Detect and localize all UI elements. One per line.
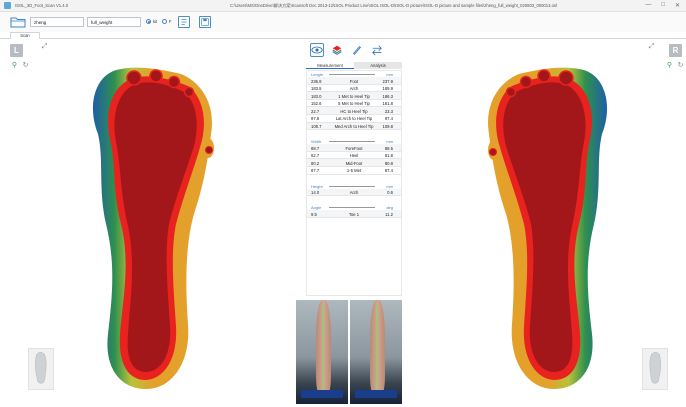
leg-photos — [296, 300, 402, 404]
open-folder-icon[interactable] — [10, 16, 26, 28]
table-row: 80.2 Mid-Foot 80.8 — [307, 159, 401, 167]
right-foot-value: 23.3 — [384, 108, 393, 114]
radio-kit-label: kit — [153, 19, 158, 24]
table-row: 88.7 ForeFoot 88.5 — [307, 144, 401, 152]
left-foot-thumbnail[interactable] — [28, 348, 54, 390]
right-foot-pressure-map — [488, 67, 608, 389]
right-foot-value: 87.4 — [384, 168, 393, 174]
table-row: 152.6 5 Met to Heel Tip 161.8 — [307, 100, 401, 108]
refresh-right-icon[interactable]: ↻ — [676, 61, 685, 70]
table-row: 9.5 Toe 1 11.2 — [307, 210, 401, 218]
tab-scan[interactable]: Scan — [10, 32, 40, 39]
minimize-button[interactable]: — — [645, 2, 651, 9]
eye-view-icon[interactable] — [310, 43, 324, 57]
measurement-table: Length mm 236.9 Foot 237.9 183.5 Arch 189.9 18… — [306, 70, 402, 296]
left-foot-pressure-map — [92, 67, 214, 389]
table-row: 62.7 Heel 61.8 — [307, 152, 401, 160]
left-leg-photo[interactable] — [296, 300, 348, 404]
app-icon — [4, 2, 11, 9]
view-tree-right-icon[interactable]: ⚲ — [665, 61, 674, 70]
panel-subtabs: Measurement Analysis — [306, 62, 402, 69]
right-foot-value: 97.4 — [384, 116, 393, 122]
view-tree-left-icon[interactable]: ⚲ — [10, 61, 19, 70]
right-foot-value: 61.8 — [384, 153, 393, 159]
right-foot-value: 109.8 — [382, 124, 393, 130]
right-foot-value: 161.8 — [382, 101, 393, 107]
file-path-title: C:\Users\MS\OneDrive\解决方案\Scansoft Doc 2… — [230, 3, 557, 8]
right-foot-value: 88.5 — [384, 145, 393, 151]
left-foot-button[interactable]: L — [10, 44, 23, 57]
table-row: 183.0 1 Met to Heel Tip 186.3 — [307, 92, 401, 100]
refresh-left-icon[interactable]: ↻ — [21, 61, 30, 70]
view-mode-icons — [310, 40, 384, 60]
report-icon[interactable] — [178, 16, 190, 28]
right-foot-thumbnail[interactable] — [642, 348, 668, 390]
radio-f-label: F — [169, 19, 172, 24]
right-foot-value: 189.9 — [382, 86, 393, 92]
right-foot-button[interactable]: R — [669, 44, 682, 57]
table-row: 22.7 HC to Heel Tip 23.3 — [307, 107, 401, 115]
tab-analysis[interactable]: Analysis — [354, 62, 402, 69]
expand-right-icon[interactable]: ⤢ — [647, 42, 656, 51]
table-row: 236.9 Foot 237.9 — [307, 77, 401, 85]
table-row: 183.5 Arch 189.9 — [307, 85, 401, 93]
expand-left-icon[interactable]: ⤢ — [40, 42, 49, 51]
close-button[interactable]: ✕ — [675, 2, 680, 9]
length-rows: 236.9 Foot 237.9 183.5 Arch 189.9 183.0 1 Met t… — [307, 77, 401, 131]
radio-f[interactable] — [162, 19, 167, 24]
right-leg-photo[interactable] — [350, 300, 402, 404]
right-foot-value: 237.9 — [382, 78, 393, 84]
toolbar: zheng full_weight kit F — [0, 12, 686, 32]
width-rows: 88.7 ForeFoot 88.5 62.7 Heel 61.8 80.2 Mid-Foot… — [307, 144, 401, 175]
window-controls: — □ ✕ — [645, 2, 680, 9]
maximize-button[interactable]: □ — [661, 2, 665, 9]
tab-bar: Scan — [0, 32, 686, 39]
subject-name-field[interactable]: zheng — [30, 17, 84, 27]
right-foot-value: 11.2 — [385, 211, 393, 217]
height-rows: 14.0 Arch 0.6 — [307, 188, 401, 197]
right-foot-value: 0.6 — [387, 190, 393, 196]
table-row: 14.0 Arch 0.6 — [307, 188, 401, 197]
save-icon[interactable] — [199, 16, 211, 28]
layers-icon[interactable] — [330, 43, 344, 57]
right-foot-value: 186.3 — [382, 93, 393, 99]
radio-kit[interactable] — [146, 19, 151, 24]
table-row: 108.7 Med Arch to Heel Tip 109.8 — [307, 122, 401, 131]
right-foot-value: 80.8 — [384, 160, 393, 166]
title-bar: ISOL_3D_Foot_Scan V1.4.0 C:\Users\MS\One… — [0, 0, 686, 12]
table-row: 87.7 1-5 Met 87.4 — [307, 167, 401, 175]
table-row: 97.8 Lat Arch to Heel Tip 97.4 — [307, 115, 401, 123]
swap-arrows-icon[interactable] — [370, 43, 384, 57]
app-title: ISOL_3D_Foot_Scan V1.4.0 — [15, 3, 69, 8]
angle-rows: 9.5 Toe 1 11.2 — [307, 210, 401, 218]
condition-field[interactable]: full_weight — [87, 17, 141, 27]
tab-measurement[interactable]: Measurement — [306, 62, 354, 69]
brush-icon[interactable] — [350, 43, 364, 57]
